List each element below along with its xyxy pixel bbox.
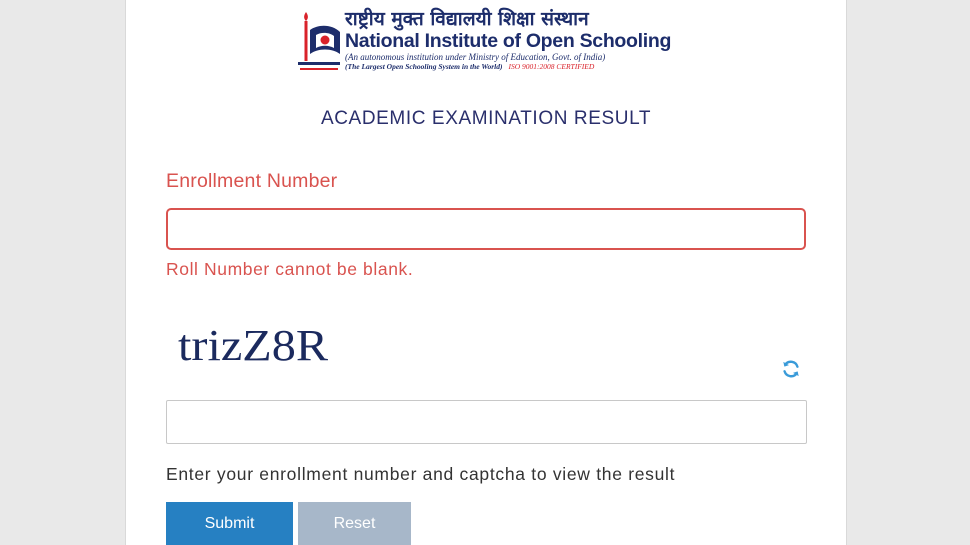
- institute-tagline: (The Largest Open Schooling System in th…: [345, 62, 503, 71]
- page-title: ACADEMIC EXAMINATION RESULT: [320, 108, 652, 129]
- institute-name-emphasis: Open Schooling: [525, 30, 672, 52]
- institute-name-english: National Institute of Open Schooling: [345, 30, 675, 52]
- captcha-text: trizZ8R: [178, 321, 329, 370]
- refresh-icon[interactable]: [780, 358, 802, 380]
- institute-tagline-row: (The Largest Open Schooling System in th…: [345, 62, 675, 71]
- enrollment-error-message: Roll Number cannot be blank.: [166, 259, 414, 279]
- enrollment-number-label: Enrollment Number: [166, 170, 338, 192]
- captcha-input[interactable]: [166, 400, 807, 444]
- nios-emblem-icon: [298, 12, 340, 70]
- reset-button[interactable]: Reset: [298, 502, 411, 545]
- captcha-image: trizZ8R: [178, 321, 329, 370]
- institute-name-prefix: National Institute of: [345, 30, 526, 52]
- enrollment-number-input[interactable]: [166, 208, 806, 250]
- nios-logo: राष्ट्रीय मुक्त विद्यालयी शिक्षा संस्थान…: [294, 8, 674, 80]
- instructions-text: Enter your enrollment number and captcha…: [166, 464, 676, 484]
- institute-name-hindi: राष्ट्रीय मुक्त विद्यालयी शिक्षा संस्थान: [345, 8, 589, 30]
- institute-subline: (An autonomous institution under Ministr…: [345, 52, 606, 62]
- iso-certification: ISO 9001:2008 CERTIFIED: [508, 62, 595, 71]
- submit-button[interactable]: Submit: [166, 502, 293, 545]
- logo-text-block: राष्ट्रीय मुक्त विद्यालयी शिक्षा संस्थान…: [345, 8, 675, 71]
- result-form-card: राष्ट्रीय मुक्त विद्यालयी शिक्षा संस्थान…: [125, 0, 847, 545]
